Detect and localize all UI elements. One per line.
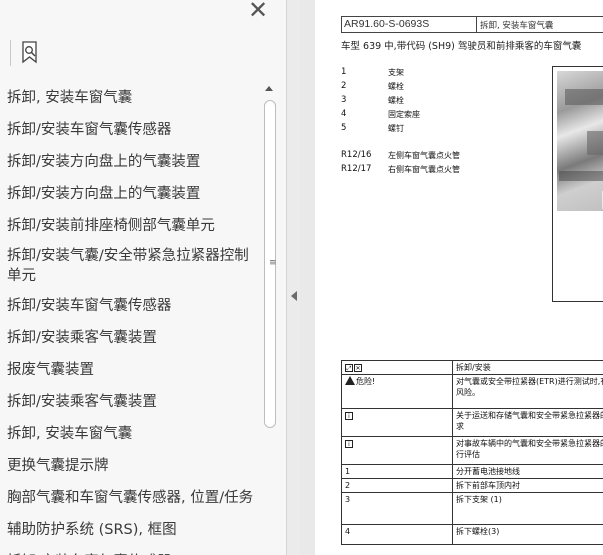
procedure-table: ⤢✕ 拆卸/安装 危险! 对气囊或安全带拉紧器(ETR)进行测试时,有受伤的风险… <box>341 360 603 545</box>
bookmarks-panel: ✕ 拆卸, 安装车窗气囊 拆卸/安装车窗气囊传感器 拆卸/安装方向盘上的气囊装置… <box>0 0 286 555</box>
table-cell: 分开蓄电池接地线 <box>452 464 603 479</box>
header-divider <box>476 17 477 32</box>
ref-code: R12/17 <box>341 164 372 174</box>
bookmark-options-button[interactable] <box>20 40 42 66</box>
table-row: ⤢ ✕ 拆卸/安装 <box>341 360 603 375</box>
bookmark-item[interactable]: 更换气囊提示牌 <box>0 450 262 482</box>
bookmark-item[interactable]: 拆卸/安装方向盘上的气囊装置 <box>0 146 262 178</box>
table-cell-warning: 危险! <box>341 374 453 409</box>
document-viewer[interactable]: AR91.60-S-0693S 拆卸, 安装车窗气囊 车型 639 中,带代码 … <box>300 0 603 555</box>
part-number: 2 <box>341 81 347 91</box>
document-code: AR91.60-S-0693S <box>344 18 430 30</box>
scroll-thumb[interactable]: ≡ <box>264 100 277 428</box>
part-name: 螺栓 <box>388 82 404 91</box>
table-cell-num: 4 <box>341 524 453 545</box>
scroll-up-icon[interactable] <box>265 86 273 91</box>
bookmark-item[interactable]: 拆卸/安装车窗气囊传感器 <box>0 546 262 555</box>
table-cell: 关于运送和存储气囊和安全带紧急拉紧器的法规要求 <box>452 408 603 437</box>
table-cell: 对气囊或安全带拉紧器(ETR)进行测试时,有受伤的风险。 <box>452 374 603 409</box>
bookmark-item[interactable]: 拆卸/安装方向盘上的气囊装置 <box>0 178 262 210</box>
toolbar-divider <box>10 40 11 66</box>
table-cell: 对事故车辆中的气囊和安全带紧急拉紧器的状况进行评估 <box>452 436 603 465</box>
table-cell-num: 3 <box>341 492 453 525</box>
bookmark-item[interactable]: 胸部气囊和车窗气囊传感器, 位置/任务 <box>0 482 262 514</box>
table-cell-icons: ⤢ ✕ <box>341 360 453 375</box>
danger-label: 危险! <box>356 377 376 386</box>
part-name: 支架 <box>388 68 404 77</box>
document-title: 拆卸, 安装车窗气囊 <box>480 21 554 31</box>
table-cell: 拆下前部车顶内衬 <box>452 478 603 493</box>
bookmark-item[interactable]: 拆卸/安装乘客气囊装置 <box>0 322 262 354</box>
bookmark-item[interactable]: 报废气囊装置 <box>0 354 262 386</box>
table-cell-info: i <box>341 408 453 437</box>
document-page: AR91.60-S-0693S 拆卸, 安装车窗气囊 车型 639 中,带代码 … <box>315 0 603 555</box>
bookmark-item[interactable]: 拆卸/安装车窗气囊传感器 <box>0 290 262 322</box>
bookmark-item[interactable]: 辅助防护系统 (SRS), 框图 <box>0 514 262 546</box>
part-number: 4 <box>341 109 347 119</box>
table-row: i 对事故车辆中的气囊和安全带紧急拉紧器的状况进行评估 <box>341 436 603 465</box>
panel-splitter[interactable] <box>286 0 300 555</box>
collapse-left-icon[interactable] <box>291 291 297 301</box>
document-intro: 车型 639 中,带代码 (SH9) 驾驶员和前排乘客的车窗气囊 <box>341 41 582 52</box>
info-icon[interactable]: i <box>345 411 353 420</box>
part-number: 5 <box>341 123 347 133</box>
part-number: 1 <box>341 67 347 77</box>
table-cell-num: 1 <box>341 464 453 479</box>
close-panel-button[interactable]: ✕ <box>246 0 270 22</box>
bookmark-item[interactable]: 拆卸/安装车窗气囊传感器 <box>0 114 262 146</box>
info-icon[interactable]: i <box>345 439 353 448</box>
bookmark-item[interactable]: 拆卸, 安装车窗气囊 <box>0 418 262 450</box>
bookmark-item[interactable]: 拆卸/安装乘客气囊装置 <box>0 386 262 418</box>
ref-name: 左侧车窗气囊点火管 <box>388 151 460 160</box>
grip-icon: ≡ <box>269 258 277 268</box>
bookmark-item[interactable]: 拆卸, 安装车窗气囊 <box>0 82 262 114</box>
table-row: 1 分开蓄电池接地线 <box>341 464 603 479</box>
table-cell: 拆下螺栓(3) <box>452 524 603 545</box>
part-name: 螺栓 <box>388 96 404 105</box>
table-row: i 关于运送和存储气囊和安全带紧急拉紧器的法规要求 <box>341 408 603 437</box>
close-icon: ✕ <box>247 0 269 24</box>
table-cell-info: i <box>341 436 453 465</box>
part-name: 螺钉 <box>388 124 404 133</box>
part-name: 固定索座 <box>388 110 420 119</box>
table-row: 危险! 对气囊或安全带拉紧器(ETR)进行测试时,有受伤的风险。 <box>341 374 603 409</box>
table-cell: 拆卸/安装 <box>452 360 603 375</box>
table-row: 2 拆下前部车顶内衬 <box>341 478 603 493</box>
table-row: 3 拆下支架 (1) <box>341 492 603 525</box>
part-number: 3 <box>341 95 347 105</box>
bookmark-list: 拆卸, 安装车窗气囊 拆卸/安装车窗气囊传感器 拆卸/安装方向盘上的气囊装置 拆… <box>0 82 262 555</box>
collapse-icon: ✕ <box>354 363 362 372</box>
bookmark-search-icon <box>22 41 37 64</box>
warning-icon <box>345 376 355 385</box>
ref-name: 右侧车窗气囊点火管 <box>388 165 460 174</box>
table-cell: 拆下支架 (1) <box>452 492 603 525</box>
table-row: 4 拆下螺栓(3) <box>341 524 603 545</box>
ref-code: R12/16 <box>341 150 372 160</box>
document-header-table: AR91.60-S-0693S 拆卸, 安装车窗气囊 <box>341 16 603 33</box>
component-photo <box>552 66 603 302</box>
expand-icon: ⤢ <box>345 363 353 372</box>
table-cell-num: 2 <box>341 478 453 493</box>
photo-image <box>557 71 603 211</box>
bookmark-item[interactable]: 拆卸/安装前排座椅侧部气囊单元 <box>0 210 262 242</box>
bookmark-scrollbar[interactable]: ≡ <box>262 82 278 555</box>
bookmark-item[interactable]: 拆卸/安装气囊/安全带紧急拉紧器控制单元 <box>0 242 262 290</box>
